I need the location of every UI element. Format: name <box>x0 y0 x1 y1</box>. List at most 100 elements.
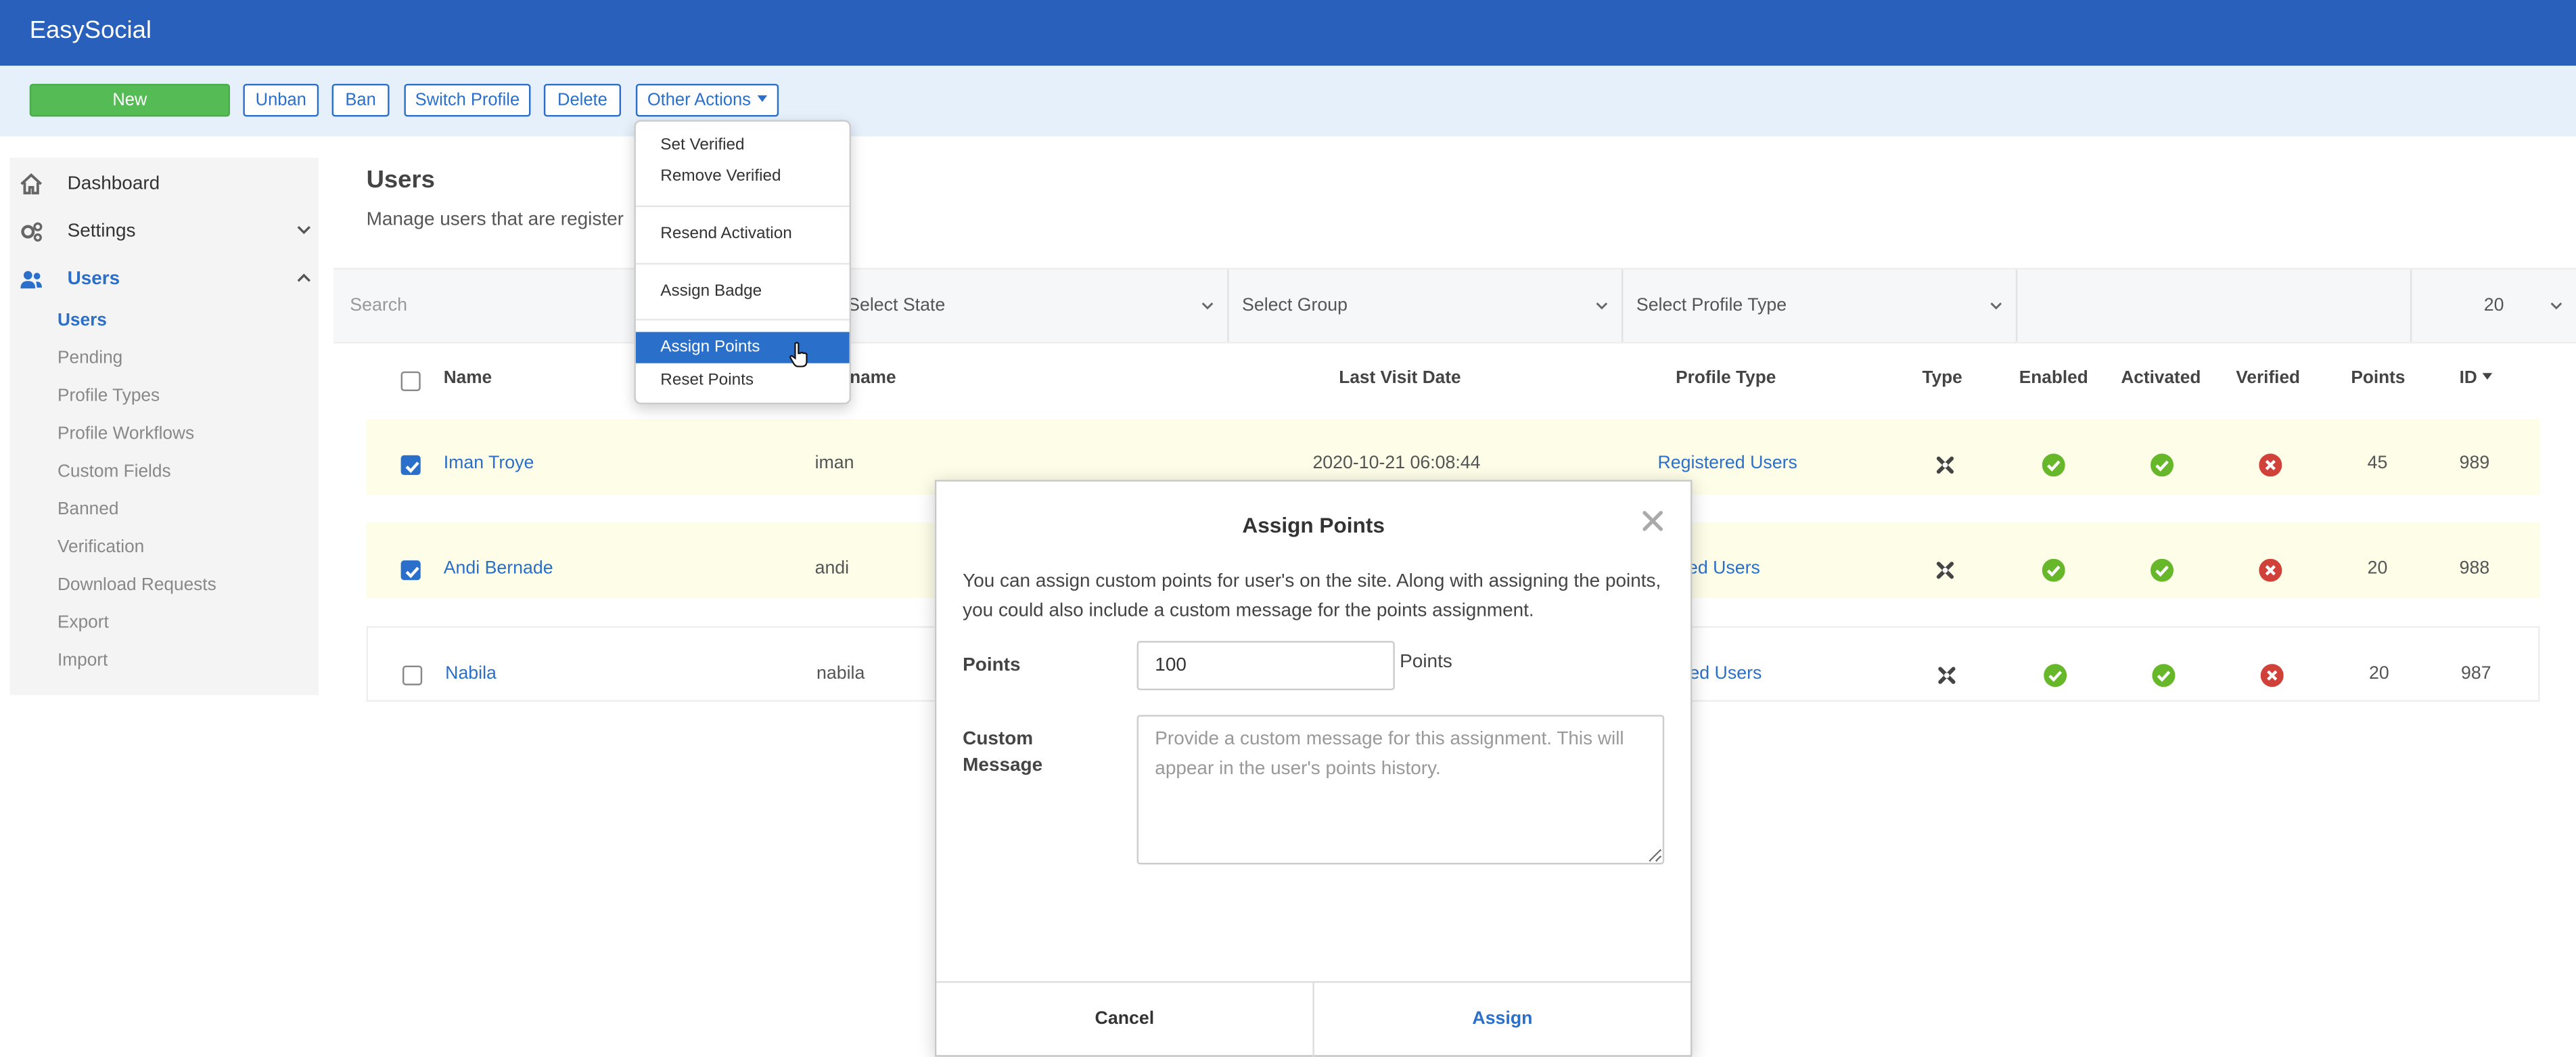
profile-type-link[interactable]: Registered Users <box>1657 453 1797 473</box>
assign-points-dialog: Assign Points You can assign custom poin… <box>934 480 1693 1057</box>
state-select-value: Select State <box>848 296 946 316</box>
delete-button[interactable]: Delete <box>543 83 622 117</box>
user-name-link[interactable]: Iman Troye <box>444 453 534 473</box>
sidebar-label-users: Users <box>67 269 120 290</box>
points-cell: 45 <box>2367 453 2388 474</box>
sidebar-label-dashboard: Dashboard <box>67 174 160 194</box>
group-select-value: Select Group <box>1242 296 1348 316</box>
sort-desc-icon <box>2482 373 2492 380</box>
col-type[interactable]: Type <box>1922 368 1962 388</box>
close-icon[interactable] <box>1640 508 1666 534</box>
page-title: Users <box>366 166 435 194</box>
action-toolbar: New Unban Ban Switch Profile Delete Othe… <box>0 66 2576 137</box>
new-button[interactable]: New <box>29 83 231 117</box>
menu-divider <box>635 263 850 265</box>
menu-item-reset-points[interactable]: Reset Points <box>636 365 850 396</box>
switch-profile-button[interactable]: Switch Profile <box>404 83 531 117</box>
home-icon <box>20 173 43 195</box>
row-checkbox[interactable] <box>400 455 421 475</box>
sidebar-subitem-download-requests[interactable]: Download Requests <box>58 575 216 595</box>
top-header: EasySocial <box>0 0 2576 66</box>
unban-button[interactable]: Unban <box>243 83 319 117</box>
dialog-footer: Cancel Assign <box>936 981 1691 1057</box>
activated-check-icon[interactable] <box>2152 664 2176 688</box>
group-select[interactable]: Select Group <box>1229 269 1624 342</box>
profile-type-select[interactable]: Select Profile Type <box>1623 269 2018 342</box>
verified-x-icon[interactable] <box>2259 558 2282 582</box>
chevron-down-icon <box>1990 302 2002 310</box>
chevron-down-icon <box>2550 302 2562 310</box>
menu-divider <box>635 319 850 321</box>
id-cell: 987 <box>2461 664 2491 684</box>
menu-item-remove-verified[interactable]: Remove Verified <box>636 161 850 192</box>
row-checkbox[interactable] <box>402 665 423 685</box>
col-last-visit[interactable]: Last Visit Date <box>1339 368 1460 388</box>
col-activated[interactable]: Activated <box>2121 368 2201 388</box>
chevron-down-icon <box>297 225 310 235</box>
enabled-check-icon[interactable] <box>2044 664 2067 688</box>
brand-title[interactable]: EasySocial <box>30 16 152 44</box>
custom-message-textarea[interactable] <box>1136 715 1665 865</box>
cancel-button[interactable]: Cancel <box>936 983 1314 1057</box>
verified-x-icon[interactable] <box>2260 664 2284 688</box>
assign-button[interactable]: Assign <box>1314 983 1690 1056</box>
points-input[interactable] <box>1136 641 1395 691</box>
enabled-check-icon[interactable] <box>2042 453 2065 477</box>
dialog-description: You can assign custom points for user's … <box>963 572 1661 622</box>
sidebar-subitem-profile-types[interactable]: Profile Types <box>58 386 160 406</box>
sidebar-subitem-verification[interactable]: Verification <box>58 537 144 557</box>
username-cell: nabila <box>816 664 865 684</box>
sidebar-subitem-import[interactable]: Import <box>58 651 108 671</box>
page-description: Manage users that are register <box>366 210 624 231</box>
verified-x-icon[interactable] <box>2259 453 2282 477</box>
sidebar-subitem-export[interactable]: Export <box>58 613 109 633</box>
users-icon <box>20 271 42 289</box>
chevron-down-icon <box>1201 302 1214 310</box>
col-verified[interactable]: Verified <box>2236 368 2300 388</box>
sidebar-subitem-custom-fields[interactable]: Custom Fields <box>58 462 171 481</box>
menu-item-assign-points[interactable]: Assign Points <box>635 332 850 363</box>
state-select[interactable]: Select State <box>835 269 1229 342</box>
col-name[interactable]: Name <box>444 368 492 388</box>
menu-item-assign-badge[interactable]: Assign Badge <box>636 276 850 307</box>
joomla-icon <box>1936 562 1954 579</box>
username-cell: iman <box>814 453 854 474</box>
sidebar-subitem-users[interactable]: Users <box>58 311 107 330</box>
ban-button[interactable]: Ban <box>331 83 390 117</box>
col-enabled[interactable]: Enabled <box>2019 368 2088 388</box>
user-name-link[interactable]: Andi Bernade <box>444 559 553 579</box>
joomla-icon <box>1936 456 1954 474</box>
joomla-icon <box>1938 667 1956 684</box>
enabled-check-icon[interactable] <box>2042 558 2065 582</box>
sidebar-subitem-profile-workflows[interactable]: Profile Workflows <box>58 424 194 444</box>
other-actions-label: Other Actions <box>647 90 751 110</box>
points-cell: 20 <box>2367 558 2388 579</box>
username-cell: andi <box>814 558 850 579</box>
hand-cursor-icon <box>789 342 808 367</box>
user-name-link[interactable]: Nabila <box>445 664 497 683</box>
row-checkbox[interactable] <box>400 560 421 581</box>
col-id[interactable]: ID <box>2460 368 2492 388</box>
sidebar-subitem-pending[interactable]: Pending <box>58 348 122 368</box>
id-cell: 989 <box>2459 453 2490 474</box>
menu-item-resend-activation[interactable]: Resend Activation <box>636 219 850 250</box>
chevron-up-icon <box>297 273 310 282</box>
limit-select[interactable]: 20 <box>2412 269 2576 342</box>
other-actions-button[interactable]: Other Actions <box>635 83 779 117</box>
dialog-title: Assign Points <box>1242 512 1385 538</box>
sidebar-label-settings: Settings <box>67 221 136 242</box>
activated-check-icon[interactable] <box>2150 558 2174 582</box>
last-visit-cell: 2020-10-21 06:08:44 <box>1312 453 1481 474</box>
col-points[interactable]: Points <box>2351 368 2405 388</box>
col-profile-type[interactable]: Profile Type <box>1676 368 1776 388</box>
chevron-down-icon <box>1596 302 1608 310</box>
menu-divider <box>635 205 850 208</box>
caret-down-icon <box>757 95 768 102</box>
points-label: Points <box>963 656 1021 676</box>
select-all-checkbox[interactable] <box>400 371 421 392</box>
sidebar-subitem-banned[interactable]: Banned <box>58 499 118 519</box>
menu-item-set-verified[interactable]: Set Verified <box>636 130 850 161</box>
points-suffix: Points <box>1400 652 1452 673</box>
points-cell: 20 <box>2369 664 2389 684</box>
activated-check-icon[interactable] <box>2150 453 2174 477</box>
